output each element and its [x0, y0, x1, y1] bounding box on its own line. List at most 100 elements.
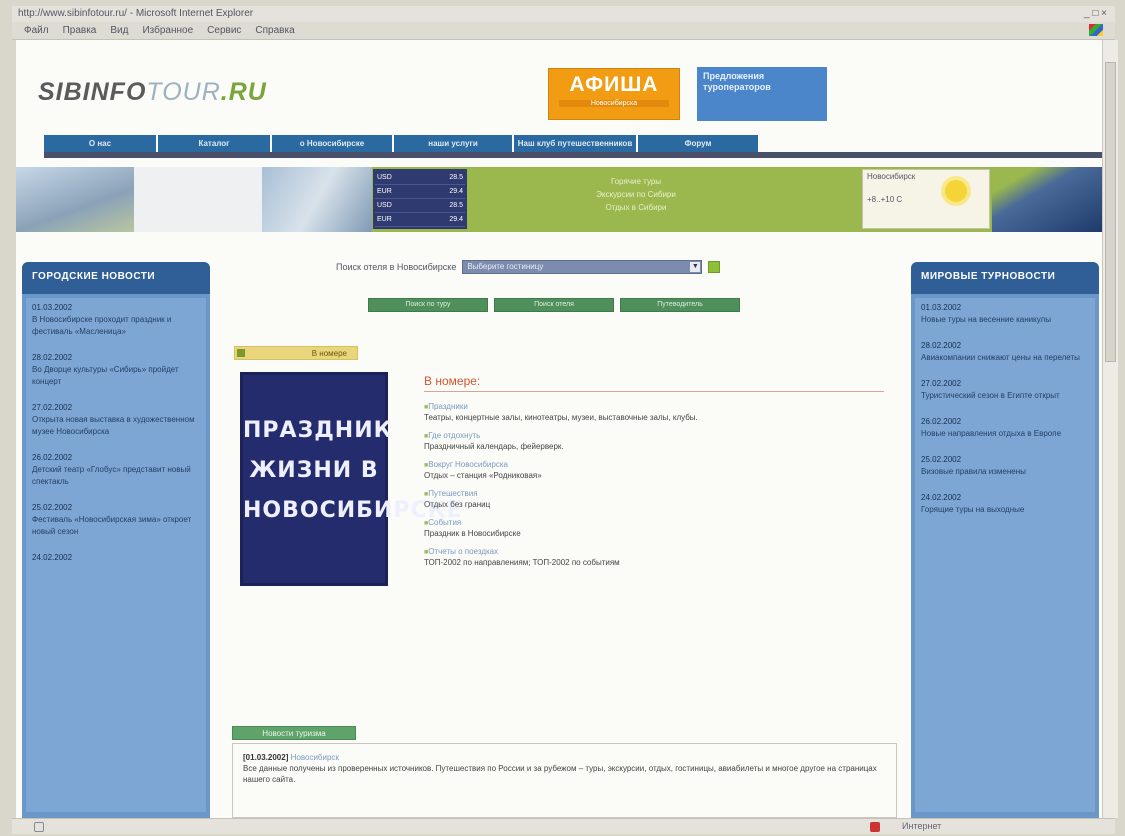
- bottom-news-text: Все данные получены из проверенных источ…: [243, 764, 877, 784]
- contents-link[interactable]: Вокруг Новосибирска: [424, 460, 884, 469]
- issue-label-text: В номере: [311, 349, 347, 358]
- sketch-photo: [134, 167, 262, 232]
- news-date: 24.02.2002: [32, 553, 73, 562]
- afisha-banner[interactable]: АФИША Новосибирска: [548, 68, 680, 120]
- city-photo: [16, 167, 134, 232]
- photo-strip: USD 28.5 EUR 29.4 USD 28.5 EUR 29.4 Горячие …: [16, 167, 1102, 232]
- menu-tools[interactable]: Сервис: [207, 25, 241, 36]
- news-text: Фестиваль «Новосибирская зима» откроет н…: [32, 515, 192, 536]
- news-text: Детский театр «Глобус» представит новый …: [32, 465, 191, 486]
- menu-file[interactable]: Файл: [24, 25, 49, 36]
- news-item[interactable]: 26.02.2002 Новые направления отдыха в Евр…: [921, 416, 1089, 440]
- news-date: 01.03.2002: [921, 303, 962, 312]
- news-item[interactable]: 27.02.2002 Открыта новая выставка в худож…: [32, 402, 200, 438]
- news-item[interactable]: 01.03.2002 В Новосибирске проходит праздн…: [32, 302, 200, 338]
- city-news-list: 01.03.2002 В Новосибирске проходит праздн…: [26, 298, 206, 812]
- tour-search-button[interactable]: Поиск по туру: [368, 298, 488, 312]
- news-item[interactable]: 25.02.2002 Визовые правила изменены: [921, 454, 1089, 478]
- chevron-down-icon[interactable]: ▼: [690, 262, 701, 272]
- vertical-scrollbar[interactable]: [1102, 40, 1118, 818]
- contents-desc: Праздничный календарь, фейерверк.: [424, 442, 564, 451]
- currency-row: USD 28.5: [375, 171, 465, 185]
- menu-view[interactable]: Вид: [110, 25, 128, 36]
- landscape-photo: [262, 167, 372, 232]
- contents-desc: ТОП-2002 по направлениям; ТОП-2002 по со…: [424, 558, 620, 567]
- menu-favorites[interactable]: Избранное: [142, 25, 193, 36]
- currency-name: USD: [377, 174, 392, 181]
- currency-widget: USD 28.5 EUR 29.4 USD 28.5 EUR 29.4: [373, 169, 467, 229]
- news-text: Новые туры на весенние каникулы: [921, 315, 1051, 324]
- strip-line: Отдых в Сибири: [605, 203, 667, 212]
- contents-item: Путешествия Отдых без границ: [424, 489, 884, 509]
- afisha-title: АФИША: [569, 73, 659, 96]
- news-date: 26.02.2002: [32, 453, 73, 462]
- hotel-select[interactable]: Выберите гостиницу ▼: [462, 260, 703, 274]
- issue-contents: В номере: Праздники Театры, концертные за…: [424, 374, 884, 576]
- news-item[interactable]: 24.02.2002 Горящие туры на выходные: [921, 492, 1089, 516]
- news-item[interactable]: 24.02.2002: [32, 552, 200, 564]
- menu-edit[interactable]: Правка: [63, 25, 97, 36]
- news-date: 28.02.2002: [32, 353, 73, 362]
- issue-label: В номере: [234, 346, 358, 360]
- nav-tab-services[interactable]: наши услуги: [394, 135, 512, 152]
- hotel-select-value: Выберите гостиницу: [467, 262, 544, 271]
- news-text: Визовые правила изменены: [921, 467, 1026, 476]
- guide-button[interactable]: Путеводитель: [620, 298, 740, 312]
- search-label: Поиск отеля в Новосибирске: [336, 262, 457, 272]
- contents-link[interactable]: Отчеты о поездках: [424, 547, 884, 556]
- search-go-button[interactable]: [708, 261, 721, 273]
- nav-tab-about[interactable]: О нас: [44, 135, 156, 152]
- logo-ru-text: .RU: [220, 78, 267, 106]
- news-item[interactable]: 28.02.2002 Авиакомпании снижают цены на п…: [921, 340, 1089, 364]
- news-date: 25.02.2002: [32, 503, 73, 512]
- news-item[interactable]: 01.03.2002 Новые туры на весенние каникул…: [921, 302, 1089, 326]
- nav-tab-novosibirsk[interactable]: о Новосибирске: [272, 135, 392, 152]
- bottom-news-link[interactable]: Новосибирск: [291, 753, 339, 762]
- page-status-icon: [34, 822, 44, 832]
- news-text: Авиакомпании снижают цены на перелеты: [921, 353, 1080, 362]
- news-item[interactable]: 25.02.2002 Фестиваль «Новосибирская зима»…: [32, 502, 200, 538]
- contents-desc: Отдых – станция «Родниковая»: [424, 471, 542, 480]
- nav-tab-club[interactable]: Наш клуб путешественников: [514, 135, 636, 152]
- news-date: 24.02.2002: [921, 493, 962, 502]
- currency-value: 29.4: [449, 216, 463, 223]
- magazine-cover[interactable]: ПРАЗДНИК ЖИЗНИ В НОВОСИБИРСКЕ: [240, 372, 462, 586]
- news-date: 27.02.2002: [921, 379, 962, 388]
- hotel-search-button[interactable]: Поиск отеля: [494, 298, 614, 312]
- window-title-bar: http://www.sibinfotour.ru/ - Microsoft I…: [12, 6, 1115, 22]
- news-item[interactable]: 27.02.2002 Туристический сезон в Египте о…: [921, 378, 1089, 402]
- news-date: 25.02.2002: [921, 455, 962, 464]
- weather-widget: Новосибирск +8..+10 C: [862, 169, 990, 229]
- contents-desc: Праздник в Новосибирске: [424, 529, 521, 538]
- news-item[interactable]: 26.02.2002 Детский театр «Глобус» предста…: [32, 452, 200, 488]
- news-text: Открыта новая выставка в художественном …: [32, 415, 195, 436]
- night-photo: [992, 167, 1102, 232]
- menu-help[interactable]: Справка: [255, 25, 294, 36]
- contents-desc: Театры, концертные залы, кинотеатры, муз…: [424, 413, 698, 422]
- news-text: Горящие туры на выходные: [921, 505, 1025, 514]
- contents-link[interactable]: Праздники: [424, 402, 884, 411]
- page-viewport: SIBINFOTOUR.RU АФИША Новосибирска Предло…: [16, 40, 1102, 818]
- world-news-list: 01.03.2002 Новые туры на весенние каникул…: [915, 298, 1095, 812]
- news-date: 28.02.2002: [921, 341, 962, 350]
- logo-main-text: SIBINFO: [38, 78, 147, 106]
- currency-value: 28.5: [449, 202, 463, 209]
- nav-tab-catalog[interactable]: Каталог: [158, 135, 270, 152]
- window-controls[interactable]: _ □ ×: [1084, 8, 1107, 19]
- hotel-search: Поиск отеля в Новосибирске Выберите гост…: [336, 260, 721, 274]
- news-text: Новые направления отдыха в Европе: [921, 429, 1062, 438]
- nav-tab-forum[interactable]: Форум: [638, 135, 758, 152]
- promo-banner[interactable]: Предложения туроператоров: [697, 67, 827, 121]
- contents-link[interactable]: Путешествия: [424, 489, 884, 498]
- currency-row: USD 28.5: [375, 199, 465, 213]
- strip-line: Горячие туры: [610, 177, 662, 186]
- scroll-thumb[interactable]: [1105, 62, 1116, 362]
- contents-desc: Отдых без границ: [424, 500, 491, 509]
- nav-stripe: [44, 152, 1102, 158]
- contents-link[interactable]: Где отдохнуть: [424, 431, 884, 440]
- strip-links[interactable]: Горячие туры Экскурсии по Сибири Отдых в…: [486, 175, 786, 214]
- main-nav: О нас Каталог о Новосибирске наши услуги…: [44, 135, 760, 152]
- news-item[interactable]: 28.02.2002 Во Дворце культуры «Сибирь» пр…: [32, 352, 200, 388]
- site-logo[interactable]: SIBINFOTOUR.RU: [38, 78, 267, 107]
- contents-link[interactable]: События: [424, 518, 884, 527]
